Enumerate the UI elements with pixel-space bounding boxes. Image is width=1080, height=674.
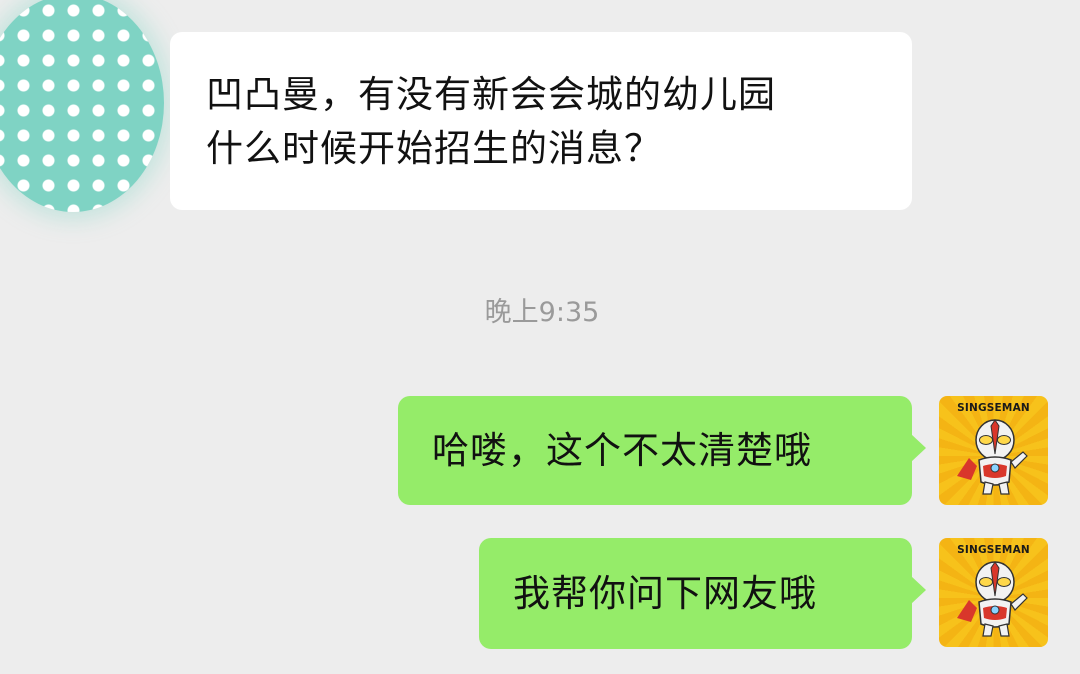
- self-avatar[interactable]: SINGSEMAN: [939, 538, 1048, 647]
- outgoing-message-bubble[interactable]: 我帮你问下网友哦: [479, 538, 926, 649]
- message-text: 我帮你问下网友哦: [513, 572, 817, 615]
- message-timestamp: 晚上9:35: [484, 297, 600, 328]
- message-text: 哈喽，这个不太清楚哦: [432, 429, 812, 472]
- self-avatar[interactable]: SINGSEMAN: [939, 396, 1048, 505]
- chat-window: 凹凸曼，有没有新会会城的幼儿园 什么时候开始招生的消息？ 晚上9:35 哈喽，这…: [0, 0, 1080, 674]
- message-line-1: 凹凸曼，有没有新会会城的幼儿园: [206, 73, 776, 116]
- outgoing-message-bubble[interactable]: 哈喽，这个不太清楚哦: [398, 396, 926, 505]
- incoming-message-bubble[interactable]: 凹凸曼，有没有新会会城的幼儿园 什么时候开始招生的消息？: [170, 32, 912, 210]
- ultraman-icon: [957, 419, 1028, 495]
- ultraman-icon: [957, 561, 1028, 637]
- sender-avatar[interactable]: [0, 0, 164, 212]
- message-line-2: 什么时候开始招生的消息？: [206, 127, 662, 170]
